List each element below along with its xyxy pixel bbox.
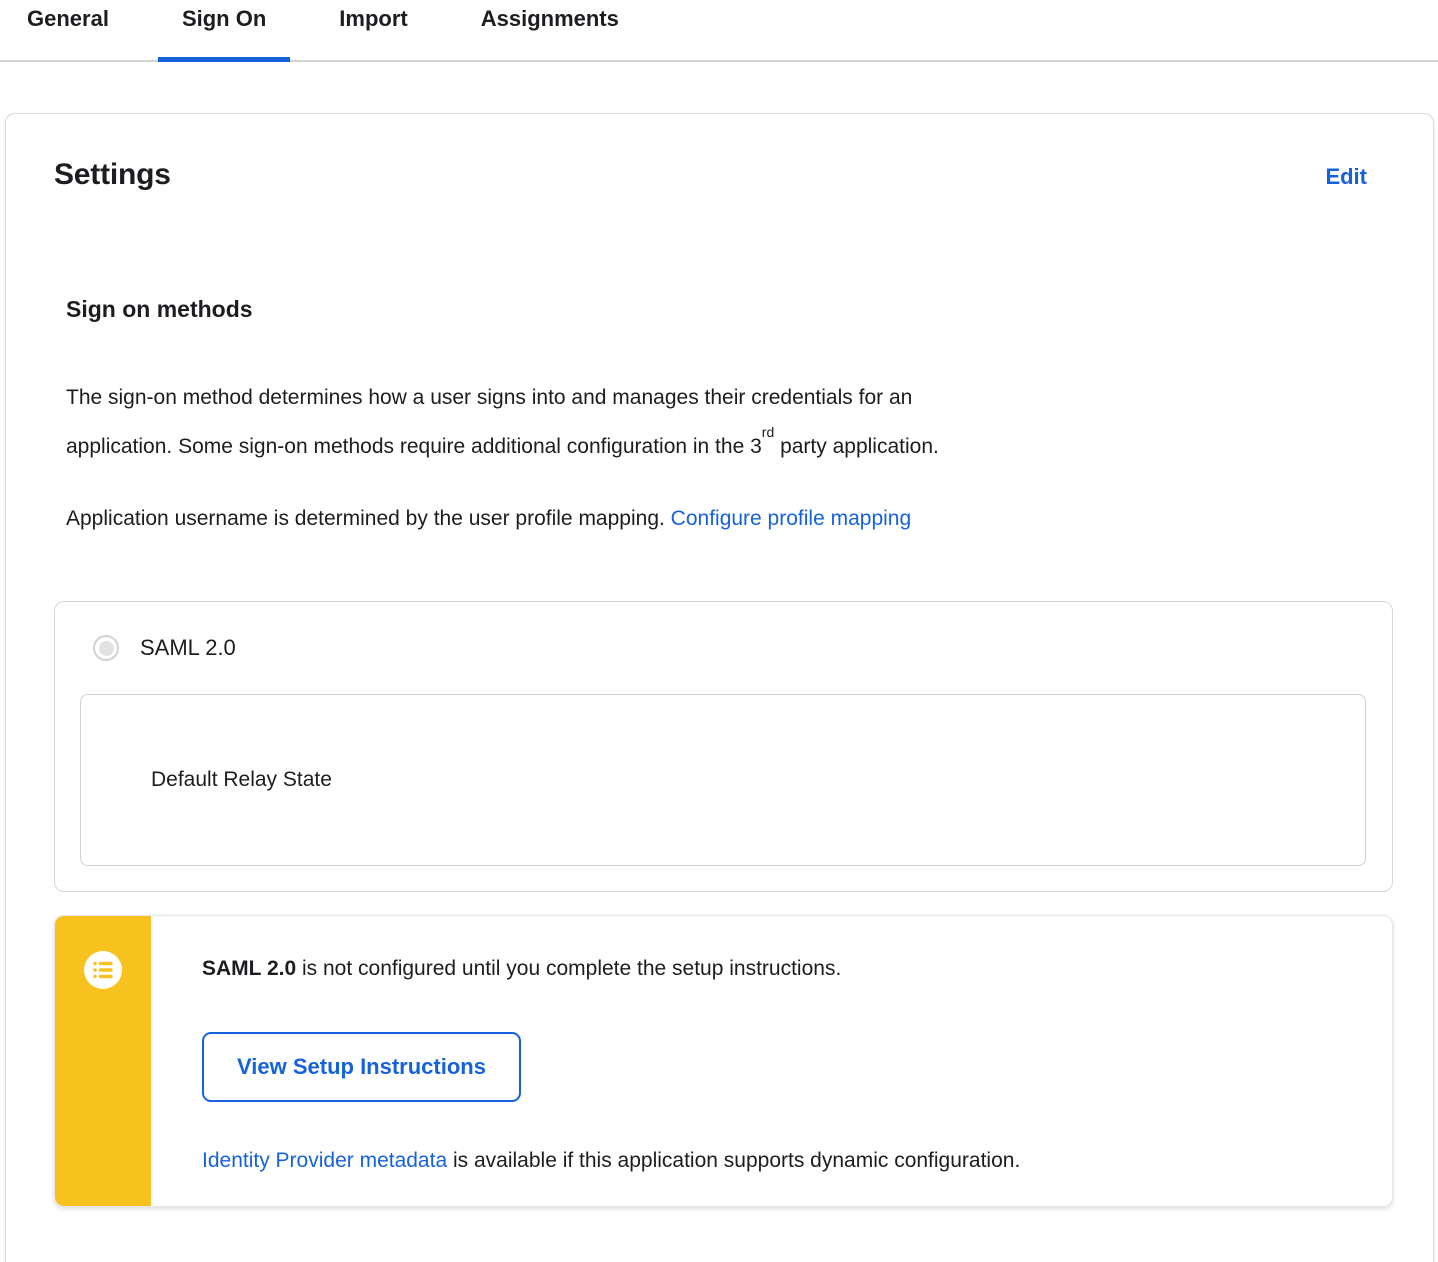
saml-version-label: SAML 2.0 [140, 635, 236, 660]
app-tabs: General Sign On Import Assignments [0, 0, 1438, 62]
saml-method-box: SAML 2.0 Default Relay State [54, 601, 1393, 892]
username-mapping-text: Application username is determined by th… [66, 507, 671, 530]
sign-on-methods-heading: Sign on methods [66, 296, 253, 322]
alert-message: SAML 2.0 is not configured until you com… [202, 954, 1352, 984]
tab-import[interactable]: Import [315, 0, 431, 60]
saml-radio-row: SAML 2.0 [93, 635, 1366, 661]
edit-link[interactable]: Edit [1325, 164, 1367, 190]
application-username-text: Application username is determined by th… [66, 494, 1346, 543]
page-title: Settings [54, 158, 171, 191]
alert-body: SAML 2.0 is not configured until you com… [151, 916, 1392, 1206]
saml-radio-button[interactable] [93, 635, 119, 661]
metadata-note-rest: is available if this application support… [447, 1149, 1021, 1172]
configure-profile-mapping-link[interactable]: Configure profile mapping [671, 507, 911, 530]
ordinal-superscript: rd [761, 424, 775, 440]
radio-dot-icon [98, 640, 114, 656]
sign-on-methods-description: The sign-on method determines how a user… [66, 373, 1346, 471]
saml-setup-alert: SAML 2.0 is not configured until you com… [54, 915, 1393, 1207]
settings-card: Settings Edit Sign on methods The sign-o… [5, 113, 1434, 1262]
settings-card-header: Settings Edit [54, 158, 1393, 192]
warning-band [55, 916, 151, 1206]
tab-sign-on[interactable]: Sign On [157, 0, 291, 62]
tab-general[interactable]: General [3, 0, 133, 60]
alert-message-bold: SAML 2.0 [202, 957, 297, 980]
tab-assignments[interactable]: Assignments [457, 0, 643, 60]
view-setup-instructions-button[interactable]: View Setup Instructions [202, 1032, 521, 1102]
default-relay-state-label: Default Relay State [151, 768, 332, 791]
alert-message-rest: is not configured until you complete the… [296, 957, 842, 980]
description-line1: The sign-on method determines how a user… [66, 386, 913, 409]
sign-on-methods-section: Sign on methods The sign-on method deter… [66, 296, 1393, 543]
default-relay-state-box: Default Relay State [80, 694, 1366, 866]
description-line2-end: party application. [774, 435, 939, 458]
description-line2: application. Some sign-on methods requir… [66, 435, 762, 458]
metadata-note: Identity Provider metadata is available … [202, 1146, 1352, 1176]
identity-provider-metadata-link[interactable]: Identity Provider metadata [202, 1149, 447, 1172]
list-icon [84, 951, 122, 989]
